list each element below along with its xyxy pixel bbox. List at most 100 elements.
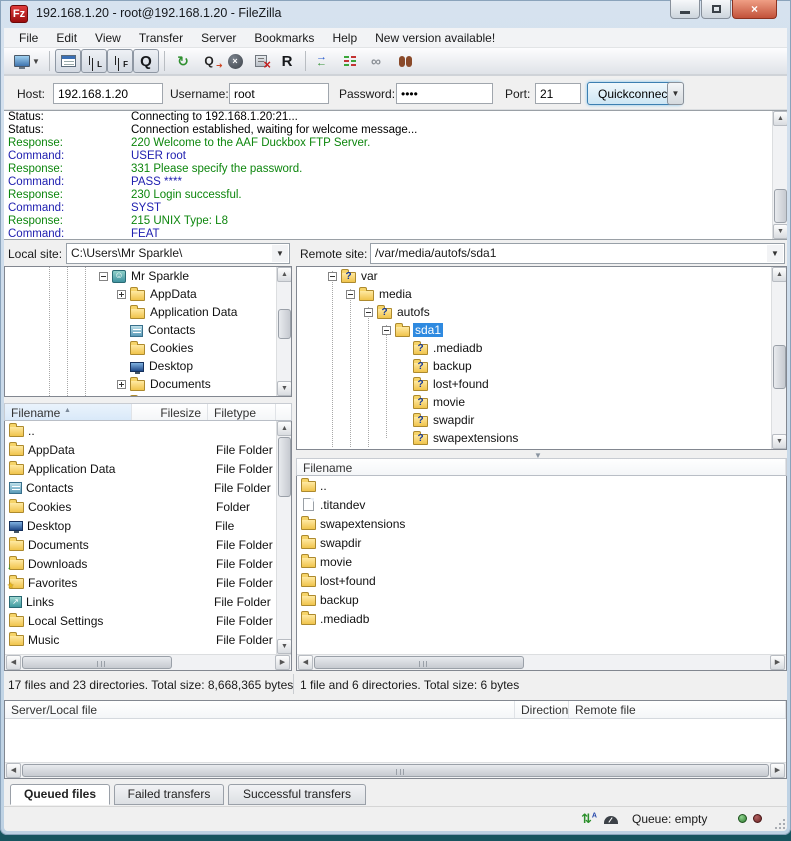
site-manager-button[interactable]: ▼ (10, 49, 44, 73)
scroll-down-icon[interactable]: ▼ (772, 434, 787, 449)
menu-transfer[interactable]: Transfer (130, 28, 192, 47)
scroll-left-icon[interactable]: ◀ (6, 763, 21, 778)
host-input[interactable] (53, 83, 163, 104)
transfer-type-icon[interactable]: ⇅A (581, 811, 597, 827)
tree-item-desktop[interactable]: Desktop (5, 357, 291, 375)
file-row[interactable]: DocumentsFile Folder (5, 535, 276, 554)
file-row[interactable]: CookiesFolder (5, 497, 276, 516)
local-site-combobox[interactable]: C:\Users\Mr Sparkle\ ▼ (66, 243, 290, 264)
maximize-button[interactable] (701, 0, 731, 19)
file-row[interactable]: LinksFile Folder (5, 592, 276, 611)
log-scrollbar[interactable]: ▲ ▼ (772, 111, 787, 239)
tree-item-documents[interactable]: Documents (5, 375, 291, 393)
tree-item-mr-sparkle[interactable]: Mr Sparkle (5, 267, 291, 285)
port-input[interactable] (535, 83, 581, 104)
tree-item-lost-found[interactable]: lost+found (297, 375, 786, 393)
menu-edit[interactable]: Edit (47, 28, 86, 47)
file-row[interactable]: swapextensions (297, 514, 786, 533)
scroll-down-icon[interactable]: ▼ (773, 224, 787, 239)
scroll-right-icon[interactable]: ▶ (275, 655, 290, 670)
file-row[interactable]: Application DataFile Folder (5, 459, 276, 478)
tree-item-mediadb[interactable]: .mediadb (297, 339, 786, 357)
tree-item-application-data[interactable]: Application Data (5, 303, 291, 321)
reconnect-button[interactable]: R (274, 49, 300, 73)
minimize-button[interactable] (670, 0, 700, 19)
tree-item-backup[interactable]: backup (297, 357, 786, 375)
scrollbar-thumb[interactable] (22, 764, 769, 777)
remote-site-combobox[interactable]: /var/media/autofs/sda1 ▼ (370, 243, 785, 264)
scroll-up-icon[interactable]: ▲ (277, 421, 292, 436)
scroll-left-icon[interactable]: ◀ (6, 655, 21, 670)
chevron-down-icon[interactable]: ▼ (767, 245, 783, 262)
username-input[interactable] (229, 83, 329, 104)
tree-item-cookies[interactable]: Cookies (5, 339, 291, 357)
menu-file[interactable]: File (10, 28, 47, 47)
local-list-hscrollbar[interactable]: ◀ ▶ (5, 654, 291, 670)
resize-grip[interactable] (773, 817, 785, 829)
tree-item-movie[interactable]: movie (297, 393, 786, 411)
file-row[interactable]: swapdir (297, 533, 786, 552)
file-row[interactable]: .. (5, 421, 276, 440)
collapse-icon[interactable] (99, 272, 108, 281)
tree-item-sda1[interactable]: sda1 (297, 321, 786, 339)
file-row[interactable]: backup (297, 590, 786, 609)
file-row[interactable]: movie (297, 552, 786, 571)
tab-successful-transfers[interactable]: Successful transfers (228, 784, 366, 805)
tree-item-appdata[interactable]: AppData (5, 285, 291, 303)
file-row[interactable]: AppDataFile Folder (5, 440, 276, 459)
refresh-button[interactable]: ↻ (170, 49, 196, 73)
scroll-right-icon[interactable]: ▶ (770, 655, 785, 670)
file-row[interactable]: MusicFile Folder (5, 630, 276, 649)
collapse-icon[interactable] (328, 272, 337, 281)
scroll-right-icon[interactable]: ▶ (770, 763, 785, 778)
column-header-remote-file[interactable]: Remote file (569, 701, 786, 718)
scroll-left-icon[interactable]: ◀ (298, 655, 313, 670)
directory-comparison-button[interactable] (337, 49, 363, 73)
tab-failed-transfers[interactable]: Failed transfers (114, 784, 224, 805)
column-header-filesize[interactable]: Filesize (132, 404, 208, 420)
scrollbar-thumb[interactable] (774, 189, 787, 223)
expand-icon[interactable] (117, 290, 126, 299)
collapse-icon[interactable] (382, 326, 391, 335)
scrollbar-thumb[interactable] (22, 656, 172, 669)
toggle-remote-tree-button[interactable] (107, 49, 133, 73)
scroll-up-icon[interactable]: ▲ (773, 111, 787, 126)
speed-limit-icon[interactable] (604, 816, 618, 824)
toggle-queue-button[interactable]: Q (133, 49, 159, 73)
chevron-down-icon[interactable]: ▼ (272, 245, 288, 262)
tree-item-autofs[interactable]: autofs (297, 303, 786, 321)
tree-item-downloads[interactable]: Downloads (5, 393, 291, 397)
local-tree-scrollbar[interactable]: ▲ ▼ (276, 267, 291, 396)
password-input[interactable] (396, 83, 493, 104)
file-row[interactable]: Local SettingsFile Folder (5, 611, 276, 630)
scrollbar-thumb[interactable] (314, 656, 524, 669)
process-queue-button[interactable]: Q (196, 49, 222, 73)
tree-item-swapextensions[interactable]: swapextensions (297, 429, 786, 447)
file-row[interactable]: .. (297, 476, 786, 495)
column-header-server-local-file[interactable]: Server/Local file (5, 701, 515, 718)
menu-new-version-notice[interactable]: New version available! (366, 28, 504, 47)
column-header-direction[interactable]: Direction (515, 701, 569, 718)
expand-icon[interactable] (117, 380, 126, 389)
menu-server[interactable]: Server (192, 28, 245, 47)
scrollbar-thumb[interactable] (278, 309, 291, 339)
synchronized-transfer-button[interactable] (311, 49, 337, 73)
scroll-up-icon[interactable]: ▲ (277, 267, 292, 282)
scroll-up-icon[interactable]: ▲ (772, 267, 787, 282)
file-row[interactable]: lost+found (297, 571, 786, 590)
cancel-button[interactable]: × (222, 49, 248, 73)
file-row[interactable]: FavoritesFile Folder (5, 573, 276, 592)
remote-list-hscrollbar[interactable]: ◀ ▶ (297, 654, 786, 670)
quickconnect-dropdown-button[interactable]: ▼ (667, 82, 684, 105)
menu-view[interactable]: View (86, 28, 130, 47)
scroll-down-icon[interactable]: ▼ (277, 381, 292, 396)
file-row[interactable]: .titandev (297, 495, 786, 514)
file-row[interactable]: DesktopFile (5, 516, 276, 535)
scrollbar-thumb[interactable] (773, 345, 786, 389)
column-header-filetype[interactable]: Filetype (208, 404, 276, 420)
scroll-down-icon[interactable]: ▼ (277, 639, 292, 654)
file-row[interactable]: ContactsFile Folder (5, 478, 276, 497)
local-list-scrollbar[interactable]: ▲ ▼ (276, 421, 291, 654)
remote-tree-scrollbar[interactable]: ▲ ▼ (771, 267, 786, 449)
disconnect-button[interactable] (248, 49, 274, 73)
